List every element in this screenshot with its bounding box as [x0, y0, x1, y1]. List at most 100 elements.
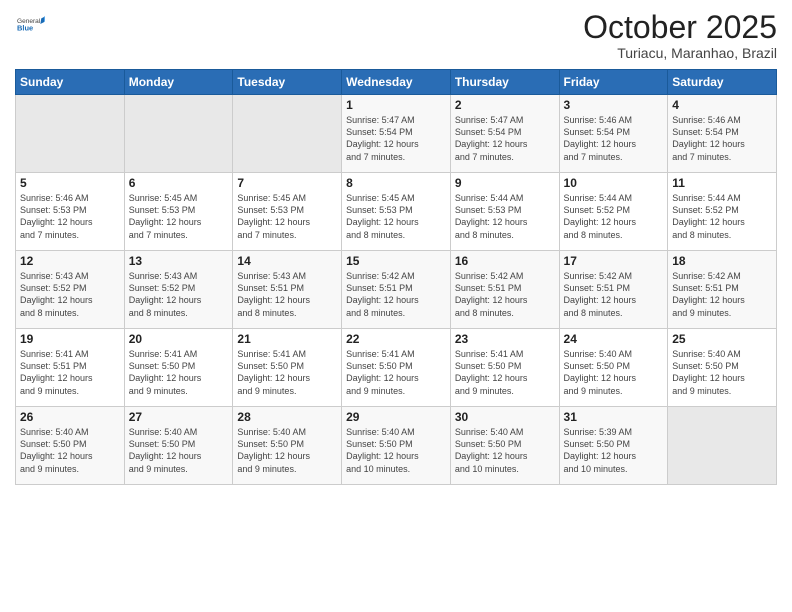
day-number: 24 — [564, 332, 664, 346]
calendar-cell: 14 Sunrise: 5:43 AM Sunset: 5:51 PM Dayli… — [233, 251, 342, 329]
days-header-row: SundayMondayTuesdayWednesdayThursdayFrid… — [16, 70, 777, 95]
week-row-4: 19 Sunrise: 5:41 AM Sunset: 5:51 PM Dayli… — [16, 329, 777, 407]
calendar-cell: 23Sunrise: 5:41 AM Sunset: 5:50 PM Dayli… — [450, 329, 559, 407]
day-number: 14 — [237, 254, 337, 268]
day-info: Sunrise: 5:41 AM Sunset: 5:51 PM Dayligh… — [20, 348, 120, 397]
header: General Blue October 2025 Turiacu, Maran… — [15, 10, 777, 61]
day-number: 17 — [564, 254, 664, 268]
week-row-5: 26 Sunrise: 5:40 AM Sunset: 5:50 PM Dayli… — [16, 407, 777, 485]
day-number: 31 — [564, 410, 664, 424]
calendar-cell — [124, 95, 233, 173]
day-number: 16 — [455, 254, 555, 268]
day-info: Sunrise: 5:42 AM Sunset: 5:51 PM Dayligh… — [672, 270, 772, 319]
day-number: 8 — [346, 176, 446, 190]
day-header-saturday: Saturday — [668, 70, 777, 95]
day-info: Sunrise: 5:42 AM Sunset: 5:51 PM Dayligh… — [346, 270, 446, 319]
day-info: Sunrise: 5:47 AM Sunset: 5:54 PM Dayligh… — [455, 114, 555, 163]
day-number: 29 — [346, 410, 446, 424]
day-number: 27 — [129, 410, 229, 424]
day-info: Sunrise: 5:40 AM Sunset: 5:50 PM Dayligh… — [564, 348, 664, 397]
calendar-cell: 1 Sunrise: 5:47 AM Sunset: 5:54 PM Daylig… — [342, 95, 451, 173]
day-info: Sunrise: 5:41 AM Sunset: 5:50 PM Dayligh… — [346, 348, 446, 397]
calendar-cell: 26 Sunrise: 5:40 AM Sunset: 5:50 PM Dayli… — [16, 407, 125, 485]
day-number: 19 — [20, 332, 120, 346]
day-info: Sunrise: 5:40 AM Sunset: 5:50 PM Dayligh… — [20, 426, 120, 475]
calendar-cell: 18 Sunrise: 5:42 AM Sunset: 5:51 PM Dayli… — [668, 251, 777, 329]
day-info: Sunrise: 5:46 AM Sunset: 5:53 PM Dayligh… — [20, 192, 120, 241]
calendar-cell: 4Sunrise: 5:46 AM Sunset: 5:54 PM Daylig… — [668, 95, 777, 173]
day-info: Sunrise: 5:45 AM Sunset: 5:53 PM Dayligh… — [129, 192, 229, 241]
day-info: Sunrise: 5:44 AM Sunset: 5:52 PM Dayligh… — [672, 192, 772, 241]
month-title: October 2025 — [583, 10, 777, 45]
day-number: 21 — [237, 332, 337, 346]
day-number: 12 — [20, 254, 120, 268]
day-number: 26 — [20, 410, 120, 424]
day-info: Sunrise: 5:43 AM Sunset: 5:52 PM Dayligh… — [20, 270, 120, 319]
day-info: Sunrise: 5:39 AM Sunset: 5:50 PM Dayligh… — [564, 426, 664, 475]
calendar-cell: 30 Sunrise: 5:40 AM Sunset: 5:50 PM Dayli… — [450, 407, 559, 485]
day-info: Sunrise: 5:45 AM Sunset: 5:53 PM Dayligh… — [346, 192, 446, 241]
day-info: Sunrise: 5:41 AM Sunset: 5:50 PM Dayligh… — [237, 348, 337, 397]
day-header-friday: Friday — [559, 70, 668, 95]
day-number: 4 — [672, 98, 772, 112]
day-number: 20 — [129, 332, 229, 346]
calendar-cell: 2 Sunrise: 5:47 AM Sunset: 5:54 PM Daylig… — [450, 95, 559, 173]
day-number: 6 — [129, 176, 229, 190]
day-number: 18 — [672, 254, 772, 268]
calendar-cell: 9 Sunrise: 5:44 AM Sunset: 5:53 PM Daylig… — [450, 173, 559, 251]
calendar-cell: 5 Sunrise: 5:46 AM Sunset: 5:53 PM Daylig… — [16, 173, 125, 251]
day-info: Sunrise: 5:40 AM Sunset: 5:50 PM Dayligh… — [129, 426, 229, 475]
day-info: Sunrise: 5:44 AM Sunset: 5:52 PM Dayligh… — [564, 192, 664, 241]
day-info: Sunrise: 5:41 AM Sunset: 5:50 PM Dayligh… — [129, 348, 229, 397]
calendar-cell — [233, 95, 342, 173]
day-header-tuesday: Tuesday — [233, 70, 342, 95]
day-header-sunday: Sunday — [16, 70, 125, 95]
day-header-wednesday: Wednesday — [342, 70, 451, 95]
calendar-cell: 27 Sunrise: 5:40 AM Sunset: 5:50 PM Dayli… — [124, 407, 233, 485]
day-number: 2 — [455, 98, 555, 112]
day-info: Sunrise: 5:46 AM Sunset: 5:54 PM Dayligh… — [564, 114, 664, 163]
day-number: 13 — [129, 254, 229, 268]
calendar-cell — [668, 407, 777, 485]
logo-text-block: General Blue — [15, 10, 45, 43]
week-row-2: 5 Sunrise: 5:46 AM Sunset: 5:53 PM Daylig… — [16, 173, 777, 251]
calendar-cell: 24 Sunrise: 5:40 AM Sunset: 5:50 PM Dayli… — [559, 329, 668, 407]
week-row-3: 12 Sunrise: 5:43 AM Sunset: 5:52 PM Dayli… — [16, 251, 777, 329]
calendar-cell: 29 Sunrise: 5:40 AM Sunset: 5:50 PM Dayli… — [342, 407, 451, 485]
day-info: Sunrise: 5:42 AM Sunset: 5:51 PM Dayligh… — [455, 270, 555, 319]
subtitle: Turiacu, Maranhao, Brazil — [583, 45, 777, 61]
calendar-cell: 13Sunrise: 5:43 AM Sunset: 5:52 PM Dayli… — [124, 251, 233, 329]
day-number: 10 — [564, 176, 664, 190]
day-info: Sunrise: 5:40 AM Sunset: 5:50 PM Dayligh… — [672, 348, 772, 397]
day-number: 25 — [672, 332, 772, 346]
day-number: 22 — [346, 332, 446, 346]
calendar-cell: 19 Sunrise: 5:41 AM Sunset: 5:51 PM Dayli… — [16, 329, 125, 407]
calendar-cell — [16, 95, 125, 173]
svg-text:Blue: Blue — [17, 24, 33, 33]
calendar-cell: 10 Sunrise: 5:44 AM Sunset: 5:52 PM Dayli… — [559, 173, 668, 251]
day-number: 28 — [237, 410, 337, 424]
day-number: 30 — [455, 410, 555, 424]
day-info: Sunrise: 5:42 AM Sunset: 5:51 PM Dayligh… — [564, 270, 664, 319]
calendar-cell: 6 Sunrise: 5:45 AM Sunset: 5:53 PM Daylig… — [124, 173, 233, 251]
calendar-cell: 21 Sunrise: 5:41 AM Sunset: 5:50 PM Dayli… — [233, 329, 342, 407]
calendar-cell: 8 Sunrise: 5:45 AM Sunset: 5:53 PM Daylig… — [342, 173, 451, 251]
day-info: Sunrise: 5:45 AM Sunset: 5:53 PM Dayligh… — [237, 192, 337, 241]
day-number: 7 — [237, 176, 337, 190]
calendar-table: SundayMondayTuesdayWednesdayThursdayFrid… — [15, 69, 777, 485]
day-number: 1 — [346, 98, 446, 112]
calendar-cell: 25 Sunrise: 5:40 AM Sunset: 5:50 PM Dayli… — [668, 329, 777, 407]
day-number: 11 — [672, 176, 772, 190]
week-row-1: 1 Sunrise: 5:47 AM Sunset: 5:54 PM Daylig… — [16, 95, 777, 173]
day-info: Sunrise: 5:40 AM Sunset: 5:50 PM Dayligh… — [455, 426, 555, 475]
day-number: 9 — [455, 176, 555, 190]
day-info: Sunrise: 5:44 AM Sunset: 5:53 PM Dayligh… — [455, 192, 555, 241]
day-info: Sunrise: 5:43 AM Sunset: 5:51 PM Dayligh… — [237, 270, 337, 319]
day-info: Sunrise: 5:40 AM Sunset: 5:50 PM Dayligh… — [346, 426, 446, 475]
title-block: October 2025 Turiacu, Maranhao, Brazil — [583, 10, 777, 61]
day-number: 23 — [455, 332, 555, 346]
day-header-monday: Monday — [124, 70, 233, 95]
day-info: Sunrise: 5:47 AM Sunset: 5:54 PM Dayligh… — [346, 114, 446, 163]
calendar-cell: 7 Sunrise: 5:45 AM Sunset: 5:53 PM Daylig… — [233, 173, 342, 251]
day-number: 5 — [20, 176, 120, 190]
